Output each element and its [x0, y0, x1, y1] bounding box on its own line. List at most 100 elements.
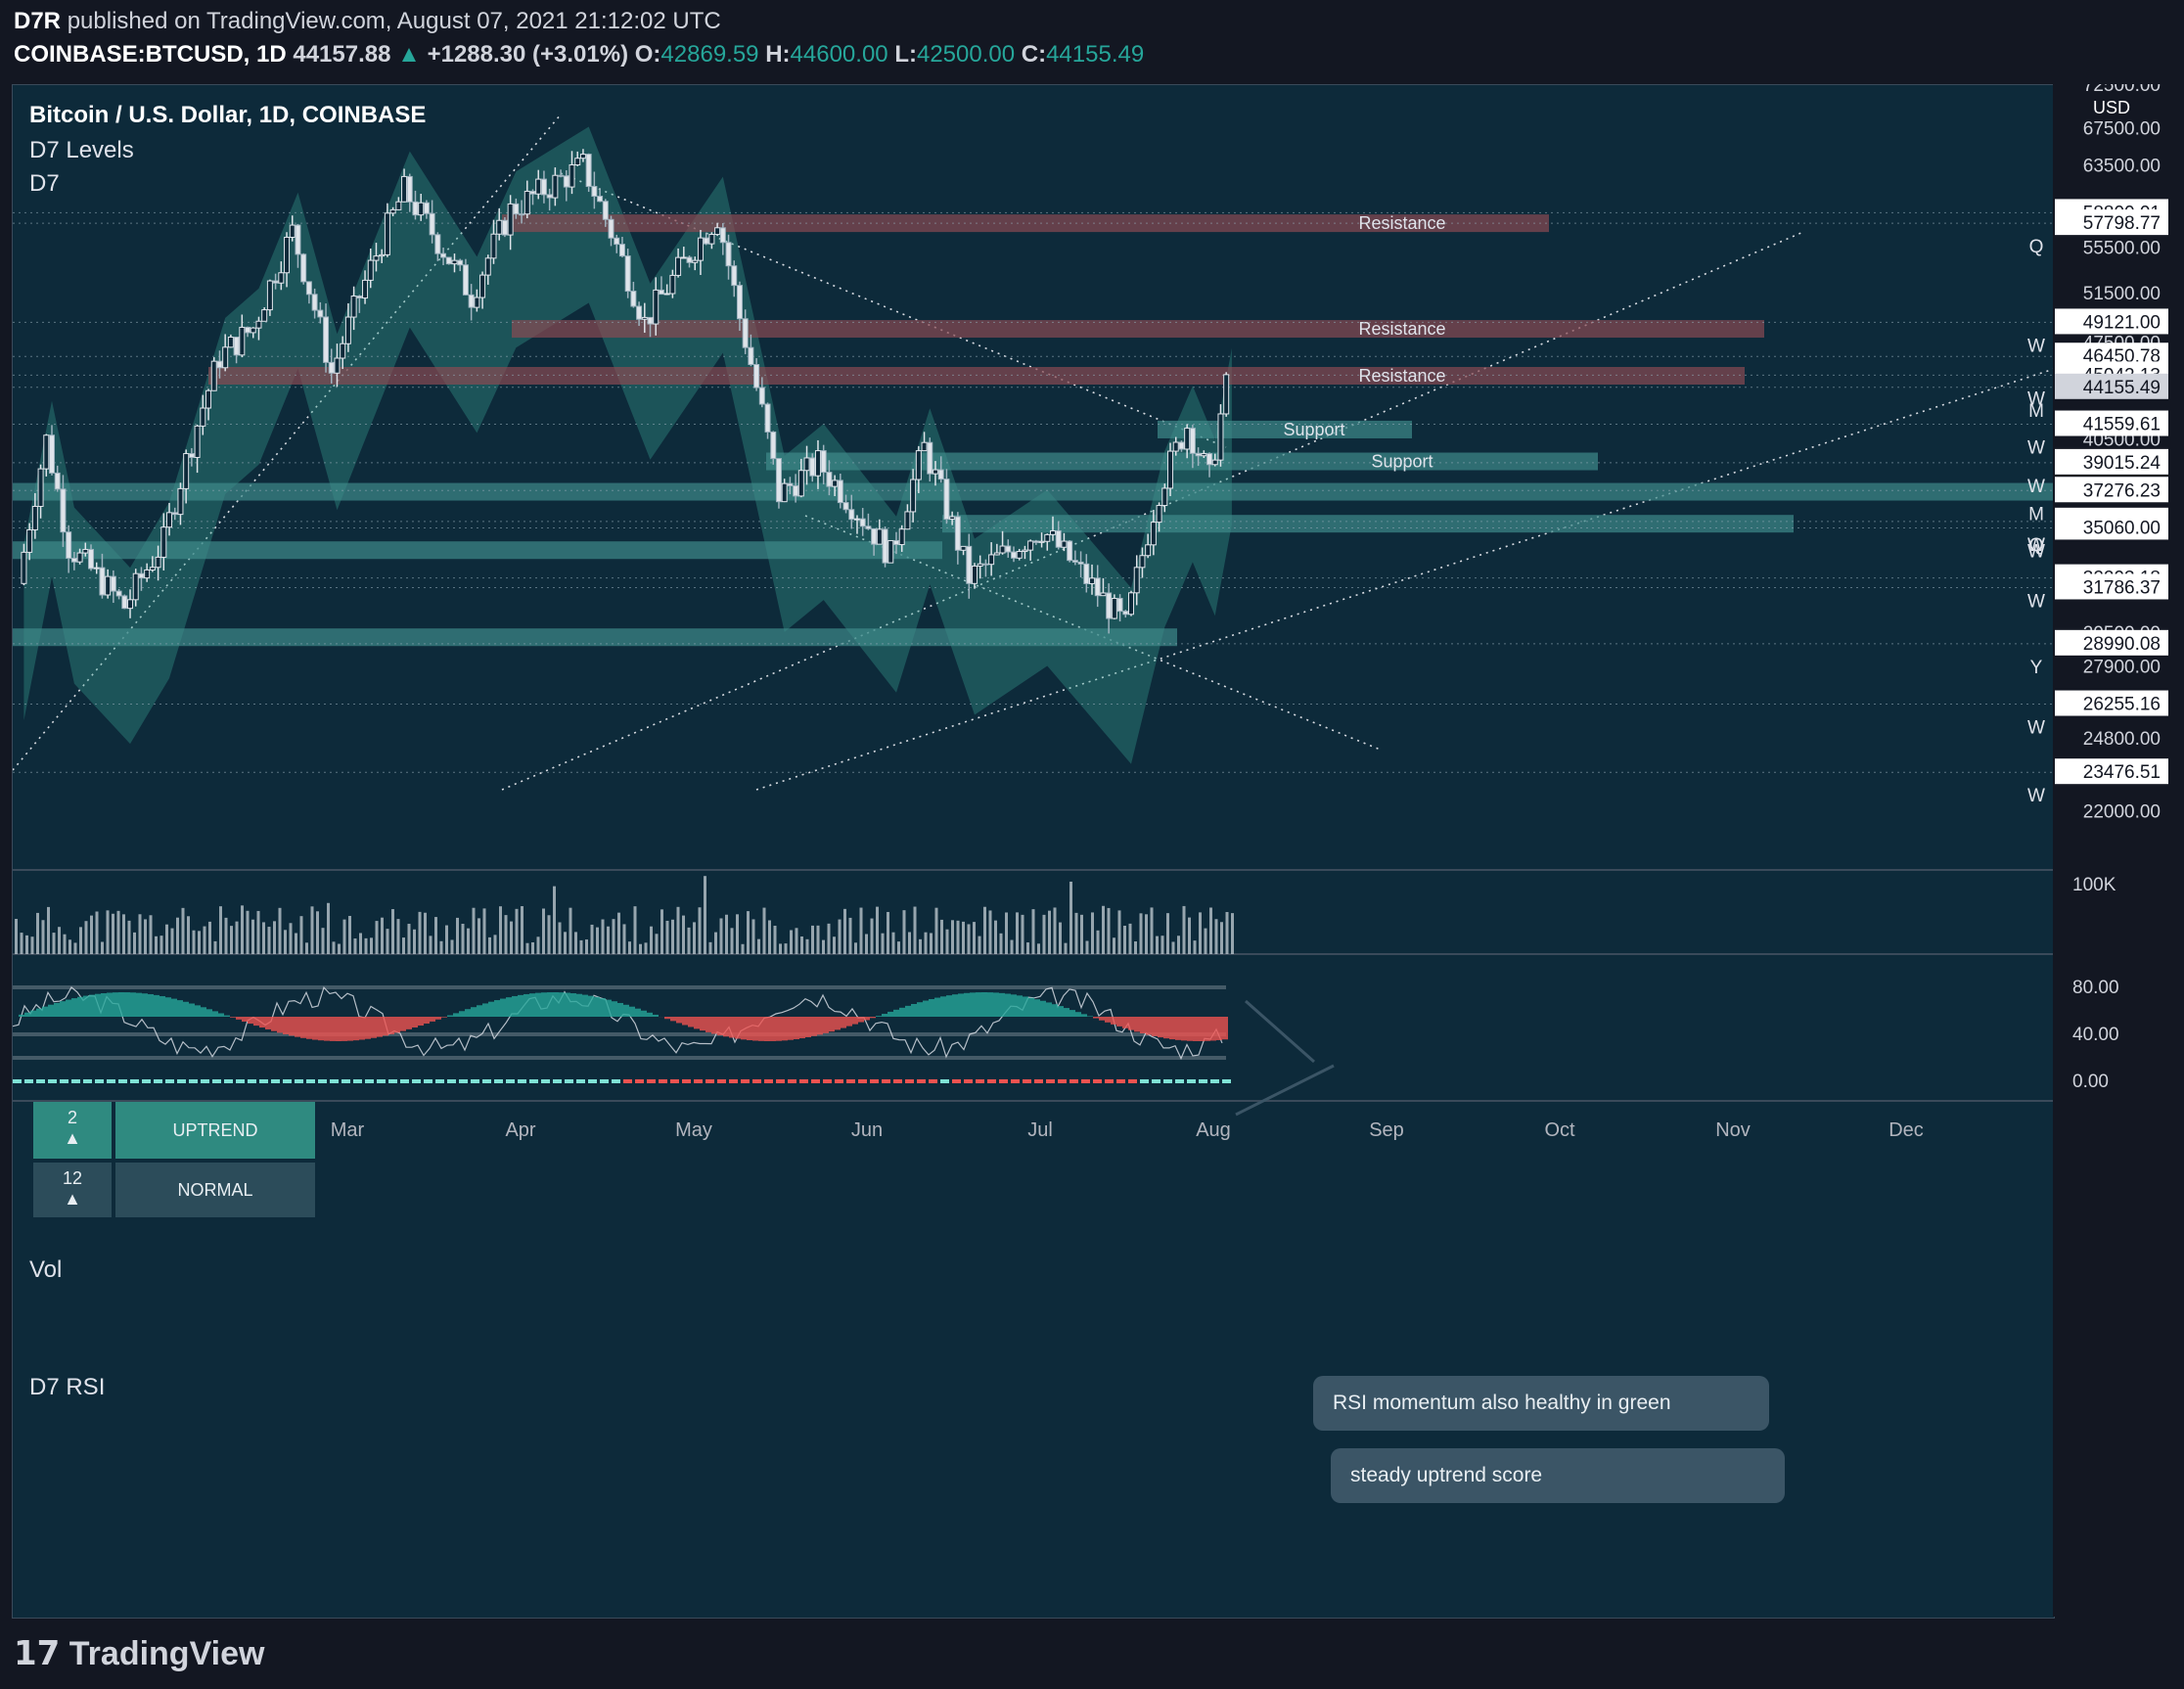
rsi-histogram: [400, 1017, 406, 1031]
candle-body: [1071, 560, 1078, 563]
rsi-histogram: [782, 1017, 788, 1041]
volume-bar: [192, 930, 196, 954]
level-letter: Y: [2030, 658, 2043, 678]
close-label: C:: [1021, 41, 1047, 68]
rsi-score-dash: [71, 1079, 80, 1083]
tradingview-logo[interactable]: 𝟭𝟳 TradingView: [14, 1634, 264, 1673]
volume-bar: [859, 907, 863, 954]
change-value: +1288.30 (+3.01%): [427, 41, 629, 68]
volume-bar: [493, 935, 497, 954]
volume-bar: [241, 905, 244, 954]
volume-bar: [564, 932, 567, 954]
volume-bar: [165, 924, 168, 954]
candle-body: [569, 164, 575, 188]
rsi-histogram: [987, 992, 993, 1017]
candle-body: [748, 346, 754, 366]
volume-bar: [940, 919, 943, 954]
rsi-score-dash: [788, 1079, 796, 1083]
rsi-histogram: [471, 1007, 477, 1017]
candle-body: [317, 309, 324, 318]
volume-bar: [106, 910, 110, 954]
indicator-d7[interactable]: D7: [29, 170, 60, 198]
rsi-score-dash: [752, 1079, 761, 1083]
candle-body: [367, 259, 374, 281]
volume-bar: [1188, 917, 1191, 954]
high-label: H:: [765, 41, 791, 68]
rsi-histogram: [365, 1017, 371, 1039]
candle-body: [401, 175, 408, 203]
candle-body: [1195, 452, 1202, 457]
volume-bar: [63, 934, 67, 954]
rsi-histogram: [764, 1017, 770, 1041]
rsi-tick-label: 0.00: [2072, 1072, 2109, 1092]
candle-body: [529, 190, 536, 195]
candle-body: [344, 316, 351, 344]
volume-legend[interactable]: Vol: [29, 1256, 62, 1284]
candle-body: [764, 403, 771, 433]
volume-bar: [655, 934, 659, 954]
candle-body: [602, 201, 609, 220]
candle-body: [630, 291, 637, 307]
rsi-score-dash: [835, 1079, 843, 1083]
candle-body: [183, 453, 190, 489]
candle-body: [216, 360, 223, 369]
candle-body: [1038, 540, 1045, 543]
rsi-histogram: [347, 1017, 353, 1041]
volume-bar: [25, 935, 28, 954]
volume-bar: [1182, 905, 1186, 954]
rsi-histogram: [976, 992, 981, 1017]
rsi-score-dash: [1199, 1079, 1207, 1083]
rsi-histogram: [430, 1017, 435, 1022]
candle-body: [523, 190, 530, 215]
volume-bar: [418, 911, 422, 954]
rsi-histogram: [1193, 1017, 1199, 1041]
rsi-legend[interactable]: D7 RSI: [29, 1374, 105, 1401]
volume-bar: [41, 920, 45, 954]
rsi-histogram: [388, 1017, 394, 1034]
volume-bar: [1225, 911, 1229, 954]
rsi-histogram: [124, 992, 130, 1017]
volume-bar: [1139, 913, 1143, 954]
candle-body: [585, 154, 592, 188]
candle-body: [1178, 441, 1185, 450]
logo-text: TradingView: [68, 1635, 265, 1672]
volume-bar: [833, 936, 836, 954]
level-letter: W: [2027, 718, 2045, 739]
volume-bar: [278, 907, 282, 954]
rsi-histogram: [676, 1017, 682, 1024]
candle-body: [725, 242, 732, 267]
rsi-score-dash: [494, 1079, 503, 1083]
level-letter: M: [2028, 504, 2044, 525]
volume-bar: [456, 917, 459, 954]
rsi-score-dash: [365, 1079, 374, 1083]
rsi-histogram: [336, 1017, 341, 1041]
rsi-histogram: [1128, 1017, 1134, 1030]
price-axis[interactable]: 72500.00 67500.00 63500.00 55500.00 51500.00…: [2053, 75, 2172, 1617]
rsi-score-dash: [670, 1079, 679, 1083]
price-tick-label: 51500.00: [2083, 284, 2161, 304]
indicator-d7-levels[interactable]: D7 Levels: [29, 137, 134, 164]
level-letter: W: [2027, 541, 2045, 562]
candle-body: [26, 528, 33, 553]
low-value: 42500.00: [916, 41, 1016, 68]
volume-bar: [784, 943, 788, 954]
author[interactable]: D7R: [14, 8, 61, 34]
volume-bar: [676, 906, 680, 954]
rsi-score-dash: [1058, 1079, 1067, 1083]
volume-bar: [773, 926, 777, 954]
candle-body: [1077, 561, 1084, 565]
rsi-histogram: [529, 993, 535, 1017]
rsi-score-dash: [987, 1079, 996, 1083]
candle-body: [239, 326, 246, 356]
rsi-score-dash: [107, 1079, 115, 1083]
volume-bar: [499, 906, 502, 954]
time-tick-label: Dec: [1888, 1119, 1924, 1141]
candle-body: [1010, 551, 1017, 559]
chart-title[interactable]: Bitcoin / U.S. Dollar, 1D, COINBASE: [29, 102, 426, 129]
candle-body: [1022, 549, 1028, 553]
candle-body: [932, 469, 938, 475]
rsi-histogram: [500, 998, 506, 1017]
rsi-histogram: [858, 1017, 864, 1023]
candle-body: [574, 158, 581, 166]
rsi-histogram: [465, 1009, 471, 1017]
